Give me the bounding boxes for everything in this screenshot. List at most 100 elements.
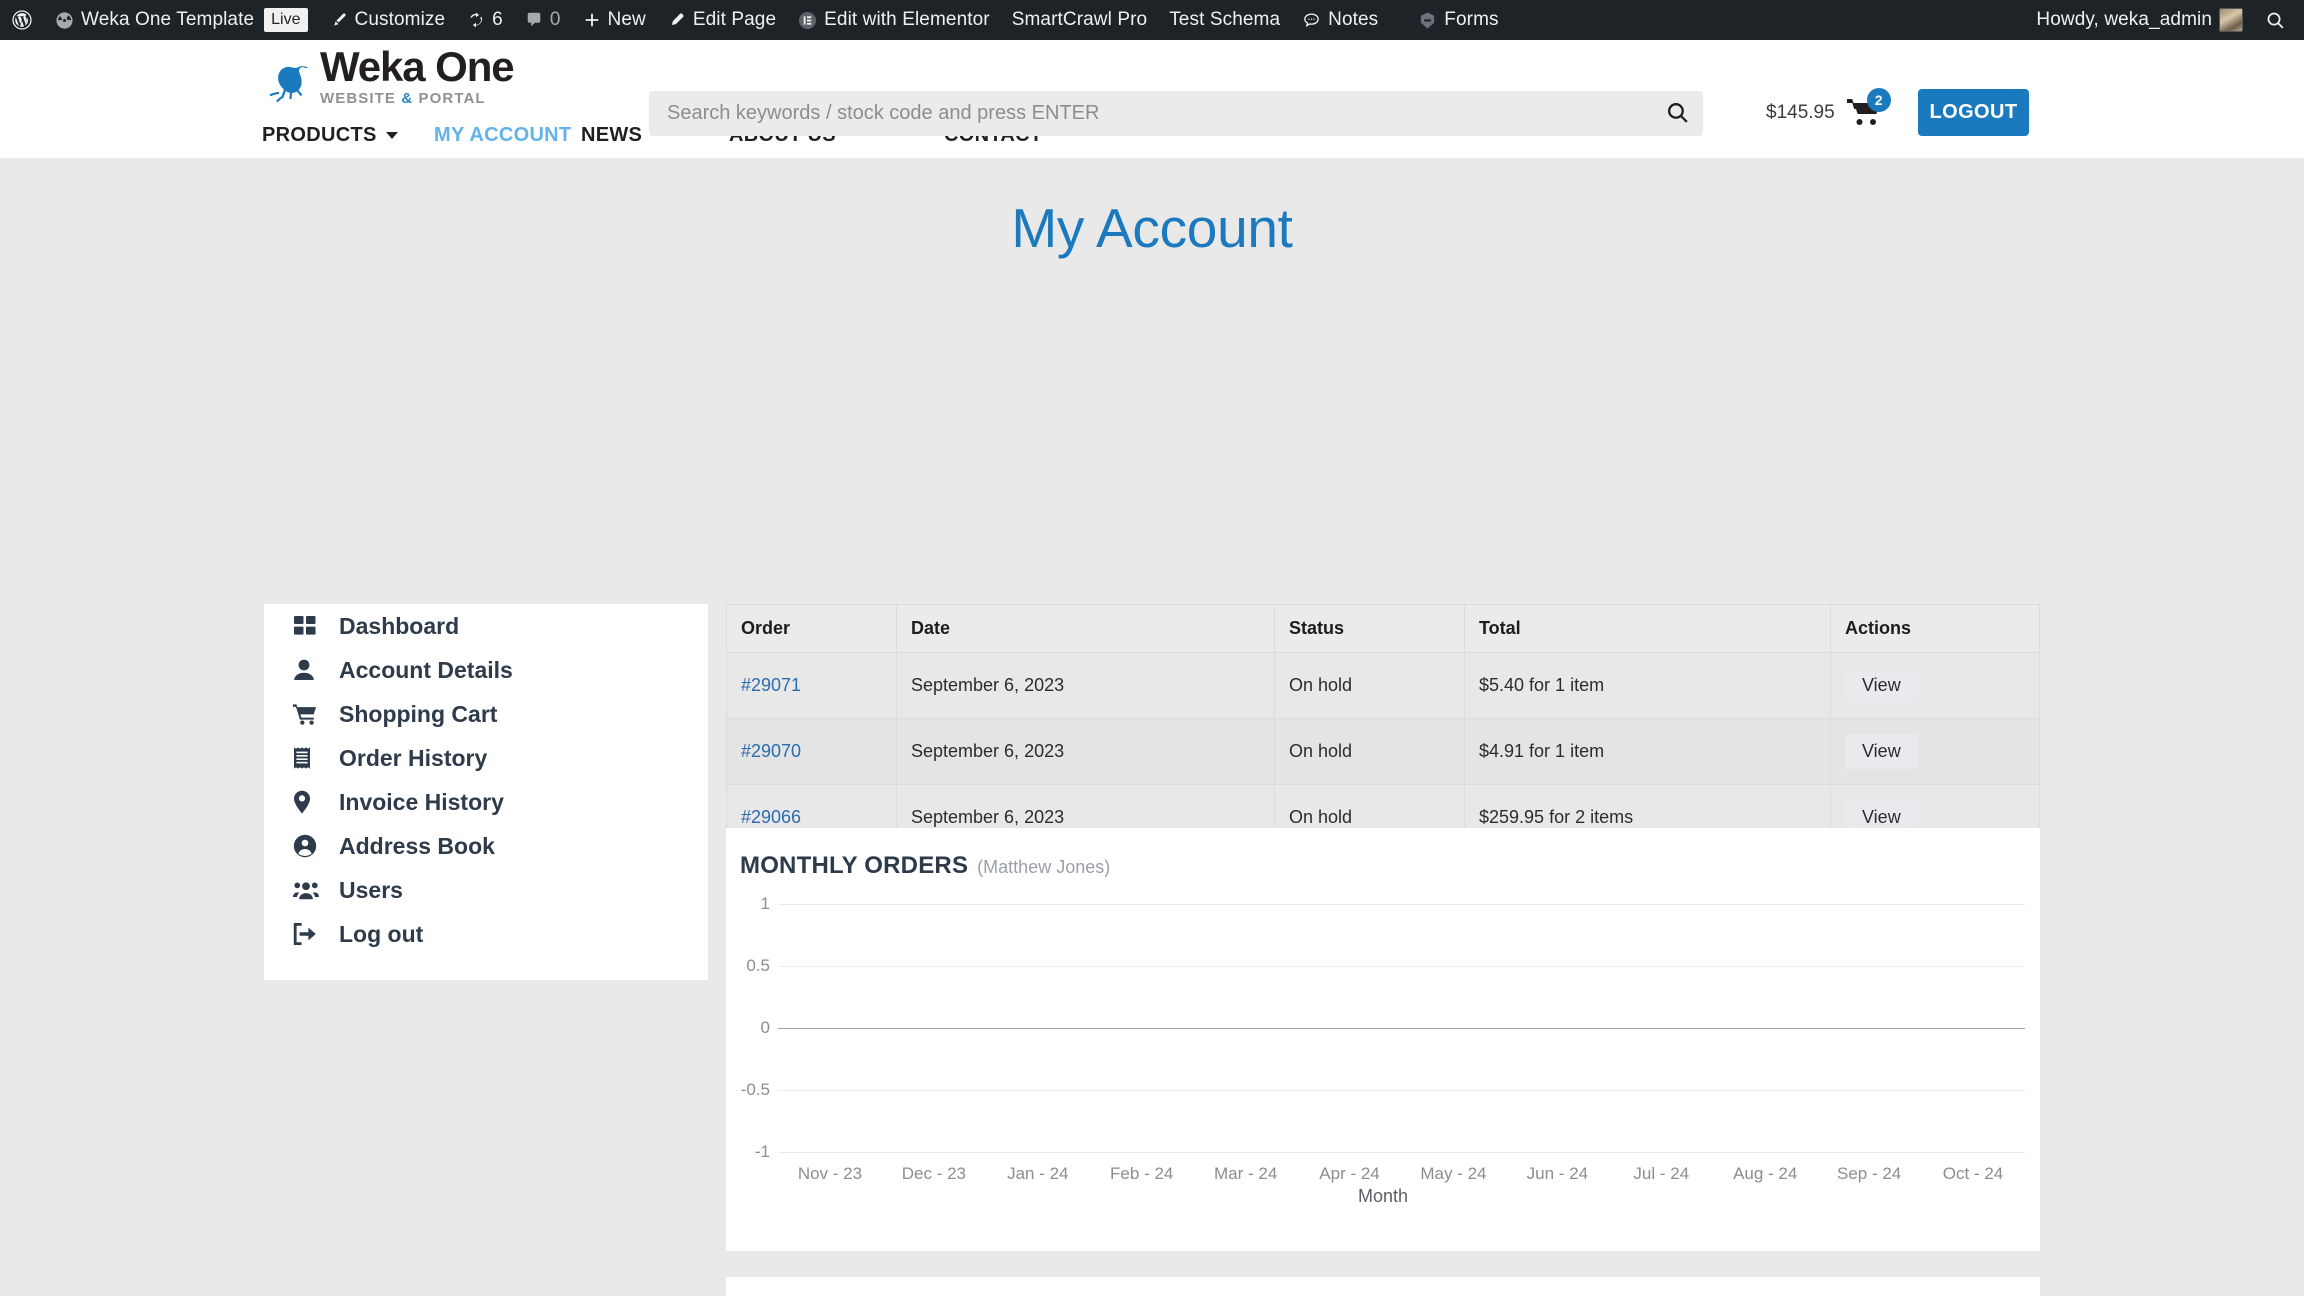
sidebar-item-address-book[interactable]: Address Book (264, 824, 708, 868)
wordpress-logo-icon (11, 9, 33, 31)
site-logo[interactable]: Weka One WEBSITE & PORTAL (262, 46, 515, 107)
page-title: My Account (1011, 197, 1293, 259)
forms-icon (1418, 11, 1437, 30)
view-order-button[interactable]: View (1845, 668, 1918, 703)
nav-item-my-account-label: MY ACCOUNT (434, 124, 572, 146)
orders-cell-status: On hold (1274, 652, 1465, 719)
sidebar-item-shopping-cart[interactable]: Shopping Cart (264, 692, 708, 736)
chart-gridline (778, 904, 2025, 905)
chart-y-tick-label: 1 (760, 894, 770, 913)
map-pin-icon (293, 790, 319, 814)
sidebar-item-users[interactable]: Users (264, 868, 708, 912)
adminbar-test-schema[interactable]: Test Schema (1158, 0, 1291, 40)
orders-col-actions: Actions (1830, 604, 2040, 653)
sidebar-item-order-history[interactable]: Order History (264, 736, 708, 780)
orders-col-date: Date (896, 604, 1275, 653)
adminbar-edit-with-elementor[interactable]: Edit with Elementor (787, 0, 1001, 40)
sidebar-item-label: Users (339, 876, 403, 903)
logo-sub-amp: & (401, 89, 414, 107)
site-header: Weka One WEBSITE & PORTAL $145.95 2 LOGO… (0, 40, 2304, 158)
avatar (2219, 8, 2243, 32)
adminbar-forms[interactable]: Forms (1407, 0, 1509, 40)
chart-x-tick-label: Mar - 24 (1213, 1164, 1278, 1183)
orders-col-total: Total (1464, 604, 1831, 653)
sidebar-item-label: Order History (339, 744, 488, 771)
search-icon (1665, 100, 1690, 128)
view-order-button[interactable]: View (1845, 734, 1918, 769)
cart-icon-wrapper[interactable]: 2 (1845, 88, 1891, 130)
adminbar-site-label: Weka One Template (81, 9, 255, 30)
chart-gridline (778, 1028, 2025, 1029)
comments-icon (525, 11, 543, 29)
adminbar-elementor-label: Edit with Elementor (824, 9, 990, 30)
chart-x-axis-title: Month (1357, 1186, 1409, 1206)
sidebar-item-account-details[interactable]: Account Details (264, 648, 708, 692)
order-link[interactable]: #29070 (741, 741, 801, 761)
sidebar-item-dashboard[interactable]: Dashboard (264, 604, 708, 648)
adminbar-new-label: New (607, 9, 646, 30)
chart-gridline (778, 1090, 2025, 1091)
order-link[interactable]: #29071 (741, 675, 801, 695)
monthly-orders-subtitle: (Matthew Jones) (977, 857, 1111, 877)
orders-cell-date: September 6, 2023 (896, 718, 1275, 785)
search-input[interactable] (649, 102, 1651, 125)
adminbar-smartcrawl-label: SmartCrawl Pro (1011, 9, 1148, 30)
sidebar-item-invoice-history[interactable]: Invoice History (264, 780, 708, 824)
sidebar-item-label: Address Book (339, 832, 495, 859)
sidebar-item-label: Log out (339, 920, 424, 947)
adminbar-wordpress-logo[interactable] (0, 0, 44, 40)
search-icon (2265, 10, 2286, 31)
chart-y-tick-label: -1 (754, 1142, 770, 1161)
table-header-row: Order Date Status Total Actions (726, 604, 2040, 653)
adminbar-notes-label: Notes (1328, 9, 1379, 30)
adminbar-comments[interactable]: 0 (514, 0, 572, 40)
adminbar-site-name[interactable]: Weka One Template Live (44, 0, 319, 40)
orders-col-order: Order (726, 604, 897, 653)
chart-gridline (778, 966, 2025, 967)
site-dashboard-icon (55, 11, 74, 30)
adminbar-search[interactable] (2254, 0, 2304, 40)
logout-button[interactable]: LOGOUT (1918, 89, 2029, 136)
chart-x-tick-label: Oct - 24 (1942, 1164, 2004, 1183)
adminbar-customize[interactable]: Customize (319, 0, 457, 40)
chart-x-tick-label: Nov - 23 (797, 1164, 863, 1183)
monthly-orders-title: MONTHLY ORDERS (740, 852, 969, 879)
chevron-down-icon (385, 132, 398, 139)
orders-cell-status: On hold (1274, 718, 1465, 785)
live-badge[interactable]: Live (264, 8, 308, 32)
cart-total-amount: $145.95 (1766, 102, 1835, 123)
grid-dashboard-icon (293, 614, 319, 638)
chart-x-tick-label: Jul - 24 (1633, 1164, 1690, 1183)
nav-item-products[interactable]: PRODUCTS (262, 124, 434, 147)
user-icon (293, 658, 319, 682)
adminbar-forms-label: Forms (1444, 9, 1499, 30)
orders-cell-order: #29070 (726, 718, 897, 785)
adminbar-edit-page[interactable]: Edit Page (657, 0, 787, 40)
latest-orders-card: LATEST ORDERS (Matthew Jones) Show 10255… (726, 1277, 2040, 1296)
plus-icon (583, 11, 601, 29)
adminbar-updates[interactable]: 6 (456, 0, 514, 40)
adminbar-new[interactable]: New (572, 0, 657, 40)
chart-x-tick-label: Feb - 24 (1110, 1164, 1174, 1183)
nav-item-my-account[interactable]: MY ACCOUNT (434, 124, 581, 147)
orders-cell-actions: View (1830, 652, 2040, 719)
chart-x-tick-label: May - 24 (1420, 1164, 1487, 1183)
adminbar-my-account[interactable]: Howdy, weka_admin (2025, 0, 2254, 40)
search-submit-button[interactable] (1651, 91, 1703, 136)
nav-item-news-label: NEWS (581, 124, 643, 146)
cart-icon (293, 702, 319, 726)
sidebar-item-label: Shopping Cart (339, 700, 498, 727)
chart-x-tick-label: Sep - 24 (1836, 1164, 1902, 1183)
orders-cell-order: #29071 (726, 652, 897, 719)
adminbar-notes[interactable]: Notes (1291, 0, 1389, 40)
adminbar-smartcrawl-pro[interactable]: SmartCrawl Pro (1001, 0, 1158, 40)
page-body: My Account Dashboard Account Details Sho… (0, 158, 2304, 1296)
cart-summary[interactable]: $145.95 2 (1766, 88, 1891, 130)
order-link[interactable]: #29066 (741, 807, 801, 827)
receipt-icon (293, 746, 319, 770)
logo-sub-post: PORTAL (413, 89, 486, 107)
cart-icon (1845, 99, 1885, 134)
orders-table: Order Date Status Total Actions #29071 S… (726, 604, 2040, 851)
adminbar-comments-count: 0 (549, 9, 561, 30)
sidebar-item-log-out[interactable]: Log out (264, 912, 708, 956)
